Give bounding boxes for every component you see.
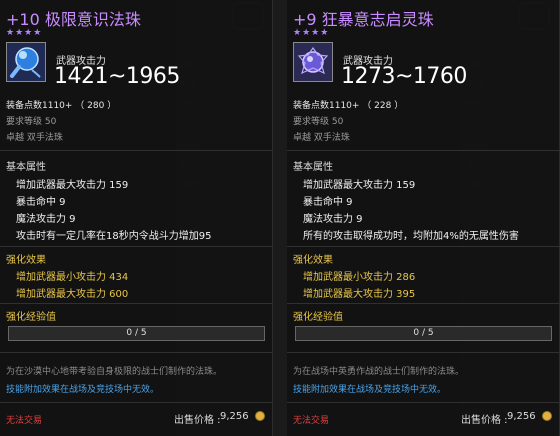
item-description: 为在战场中英勇作战的战士们制作的法珠。	[293, 367, 465, 377]
base-attribute: 暴击命中 9	[16, 197, 66, 208]
purple-orb-icon	[293, 42, 333, 82]
base-attribute: 增加武器最大攻击力 159	[16, 180, 129, 191]
exp-progress-text: 0 / 5	[126, 328, 147, 338]
enhance-title: 强化效果	[6, 255, 46, 266]
item-description: 为在沙漠中心地带考验自身极限的战士们制作的法珠。	[6, 367, 223, 377]
divider	[0, 150, 273, 151]
enhance-attribute: 增加武器最大攻击力 395	[303, 289, 416, 300]
divider	[287, 303, 560, 304]
equip-points: 装备点数1110+ （ 280 ）	[6, 101, 117, 111]
coin-icon	[255, 411, 265, 421]
item-tooltip-right: +9 狂暴意志启灵珠 ★★★★ 武器攻击力 1273~1760 装备点数1110…	[287, 0, 560, 436]
divider	[0, 303, 273, 304]
price-value: 9,256	[507, 411, 536, 422]
base-attribute: 魔法攻击力 9	[16, 214, 76, 225]
base-attributes-title: 基本属性	[6, 162, 46, 173]
base-attribute: 攻击时有一定几率在18秒内令战斗力增加95	[16, 231, 212, 242]
divider	[287, 352, 560, 353]
divider	[0, 352, 273, 353]
base-attribute: 增加武器最大攻击力 159	[303, 180, 416, 191]
item-category: 卓越 双手法珠	[6, 133, 63, 143]
item-tooltip-left: +10 极限意识法珠 ★★★★ 武器攻击力 1421~1965 装备点数1110…	[0, 0, 273, 436]
exp-title: 强化经验值	[6, 312, 56, 323]
price-label: 出售价格 :	[174, 415, 221, 426]
item-category: 卓越 双手法珠	[293, 133, 350, 143]
enhance-title: 强化效果	[293, 255, 333, 266]
item-stars: ★★★★	[6, 28, 43, 38]
exp-title: 强化经验值	[293, 312, 343, 323]
enhance-attribute: 增加武器最大攻击力 600	[16, 289, 129, 300]
blue-orb-icon	[6, 42, 46, 82]
equip-points: 装备点数1110+ （ 228 ）	[293, 101, 404, 111]
enhance-attribute: 增加武器最小攻击力 434	[16, 272, 129, 283]
coin-icon	[542, 411, 552, 421]
item-name: +10 极限意识法珠	[6, 10, 141, 29]
exp-progress-bar: 0 / 5	[295, 326, 552, 341]
enhance-attribute: 增加武器最小攻击力 286	[303, 272, 416, 283]
level-requirement: 要求等级 50	[6, 117, 57, 127]
base-attribute: 暴击命中 9	[303, 197, 353, 208]
base-attribute: 魔法攻击力 9	[303, 214, 363, 225]
item-note: 技能附加效果在战场及竞技场中无效。	[6, 385, 160, 395]
base-attributes-title: 基本属性	[293, 162, 333, 173]
exp-progress-bar: 0 / 5	[8, 326, 265, 341]
base-attribute: 所有的攻击取得成功时，均附加4%的无属性伤害	[303, 231, 519, 242]
price-label: 出售价格 :	[461, 415, 508, 426]
stat-value: 1273~1760	[341, 64, 467, 89]
price-value: 9,256	[220, 411, 249, 422]
item-name: +9 狂暴意志启灵珠	[293, 10, 434, 29]
stat-value: 1421~1965	[54, 64, 180, 89]
divider	[287, 246, 560, 247]
exp-progress-text: 0 / 5	[413, 328, 434, 338]
divider	[287, 150, 560, 151]
level-requirement: 要求等级 50	[293, 117, 344, 127]
divider	[287, 402, 560, 403]
divider	[0, 402, 273, 403]
item-stars: ★★★★	[293, 28, 330, 38]
item-note: 技能附加效果在战场及竞技场中无效。	[293, 385, 447, 395]
divider	[0, 246, 273, 247]
untradable-label: 无法交易	[6, 416, 43, 426]
untradable-label: 无法交易	[293, 416, 330, 426]
